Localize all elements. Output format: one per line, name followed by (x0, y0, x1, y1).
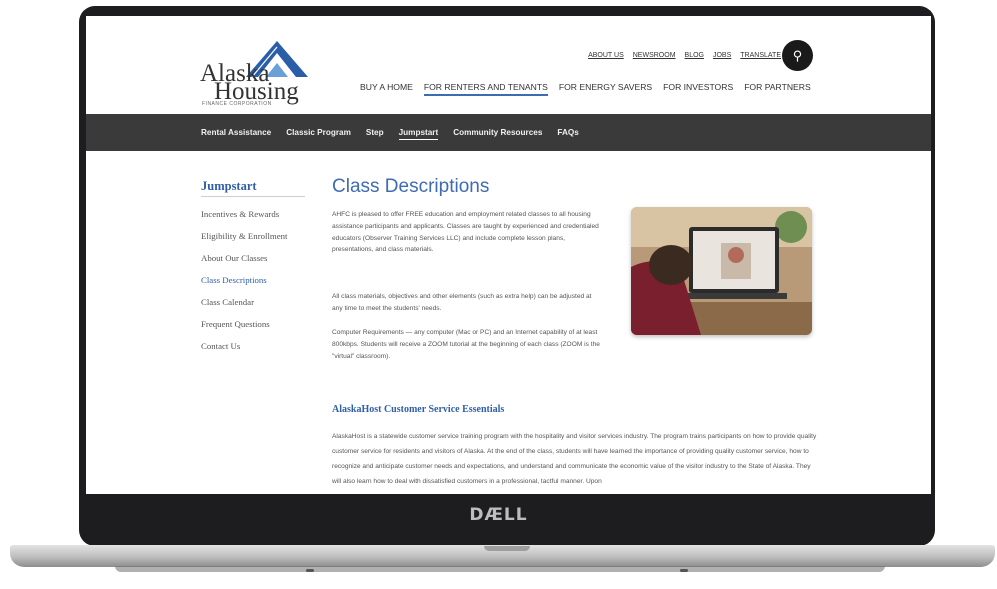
section-paragraph: AlaskaHost is a statewide customer servi… (332, 433, 817, 485)
section-heading[interactable]: AlaskaHost Customer Service Essentials (332, 404, 504, 415)
nav-for-investors[interactable]: FOR INVESTORS (663, 82, 733, 96)
site-logo[interactable]: Alaska Housing FINANCE CORPORATION (200, 39, 310, 107)
sidebar-item-eligibility[interactable]: Eligibility & Enrollment (201, 231, 288, 253)
sidebar-item-class-calendar[interactable]: Class Calendar (201, 297, 288, 319)
nav-for-renters[interactable]: FOR RENTERS AND TENANTS (423, 82, 548, 96)
nav-for-energy-savers[interactable]: FOR ENERGY SAVERS (559, 82, 652, 96)
util-link-translate[interactable]: TRANSLATE (740, 52, 781, 59)
page-title: Class Descriptions (332, 176, 490, 197)
requirements-paragraph: Computer Requirements — any computer (Ma… (332, 329, 600, 360)
util-link-jobs[interactable]: JOBS (713, 52, 731, 59)
utility-nav: ABOUT US NEWSROOM BLOG JOBS TRANSLATE (588, 52, 781, 59)
subnav-step[interactable]: Step (366, 128, 384, 140)
subnav-community-resources[interactable]: Community Resources (453, 128, 542, 140)
sidebar-menu: Incentives & Rewards Eligibility & Enrol… (201, 209, 288, 363)
logo-text-sub: FINANCE CORPORATION (202, 101, 272, 107)
subnav-faqs[interactable]: FAQs (557, 128, 578, 140)
sidebar-item-frequent-questions[interactable]: Frequent Questions (201, 319, 288, 341)
dell-logo: DÆLL (469, 505, 528, 525)
class-photo (631, 207, 812, 335)
util-link-about[interactable]: ABOUT US (588, 52, 624, 59)
sidebar-title[interactable]: Jumpstart (201, 179, 257, 194)
sidebar-item-incentives[interactable]: Incentives & Rewards (201, 209, 288, 231)
main-nav: BUY A HOME FOR RENTERS AND TENANTS FOR E… (360, 82, 811, 96)
video-call-illustration (631, 207, 812, 335)
browser-screen: Alaska Housing FINANCE CORPORATION ABOUT… (86, 16, 931, 494)
laptop-foot (306, 569, 314, 572)
search-button[interactable]: ⚲ (782, 40, 813, 71)
sidebar-item-about-classes[interactable]: About Our Classes (201, 253, 288, 275)
intro-paragraph: AHFC is pleased to offer FREE education … (332, 211, 599, 254)
laptop-notch (484, 546, 530, 551)
util-link-newsroom[interactable]: NEWSROOM (633, 52, 676, 59)
materials-paragraph: All class materials, objectives and othe… (332, 293, 592, 312)
sidebar-divider (201, 196, 305, 197)
sidebar-item-contact-us[interactable]: Contact Us (201, 341, 288, 363)
laptop-foot (680, 569, 688, 572)
nav-buy-a-home[interactable]: BUY A HOME (360, 82, 413, 96)
subnav-jumpstart[interactable]: Jumpstart (398, 128, 439, 140)
search-icon: ⚲ (792, 48, 803, 63)
subnav-rental-assistance[interactable]: Rental Assistance (201, 128, 271, 140)
sidebar-item-class-descriptions[interactable]: Class Descriptions (201, 275, 288, 297)
site-header: Alaska Housing FINANCE CORPORATION ABOUT… (86, 16, 931, 114)
util-link-blog[interactable]: BLOG (685, 52, 704, 59)
sub-nav-bar: Rental Assistance Classic Program Step J… (86, 114, 931, 151)
laptop-base-shadow (115, 566, 885, 572)
nav-for-partners[interactable]: FOR PARTNERS (744, 82, 811, 96)
subnav-classic-program[interactable]: Classic Program (286, 128, 351, 140)
